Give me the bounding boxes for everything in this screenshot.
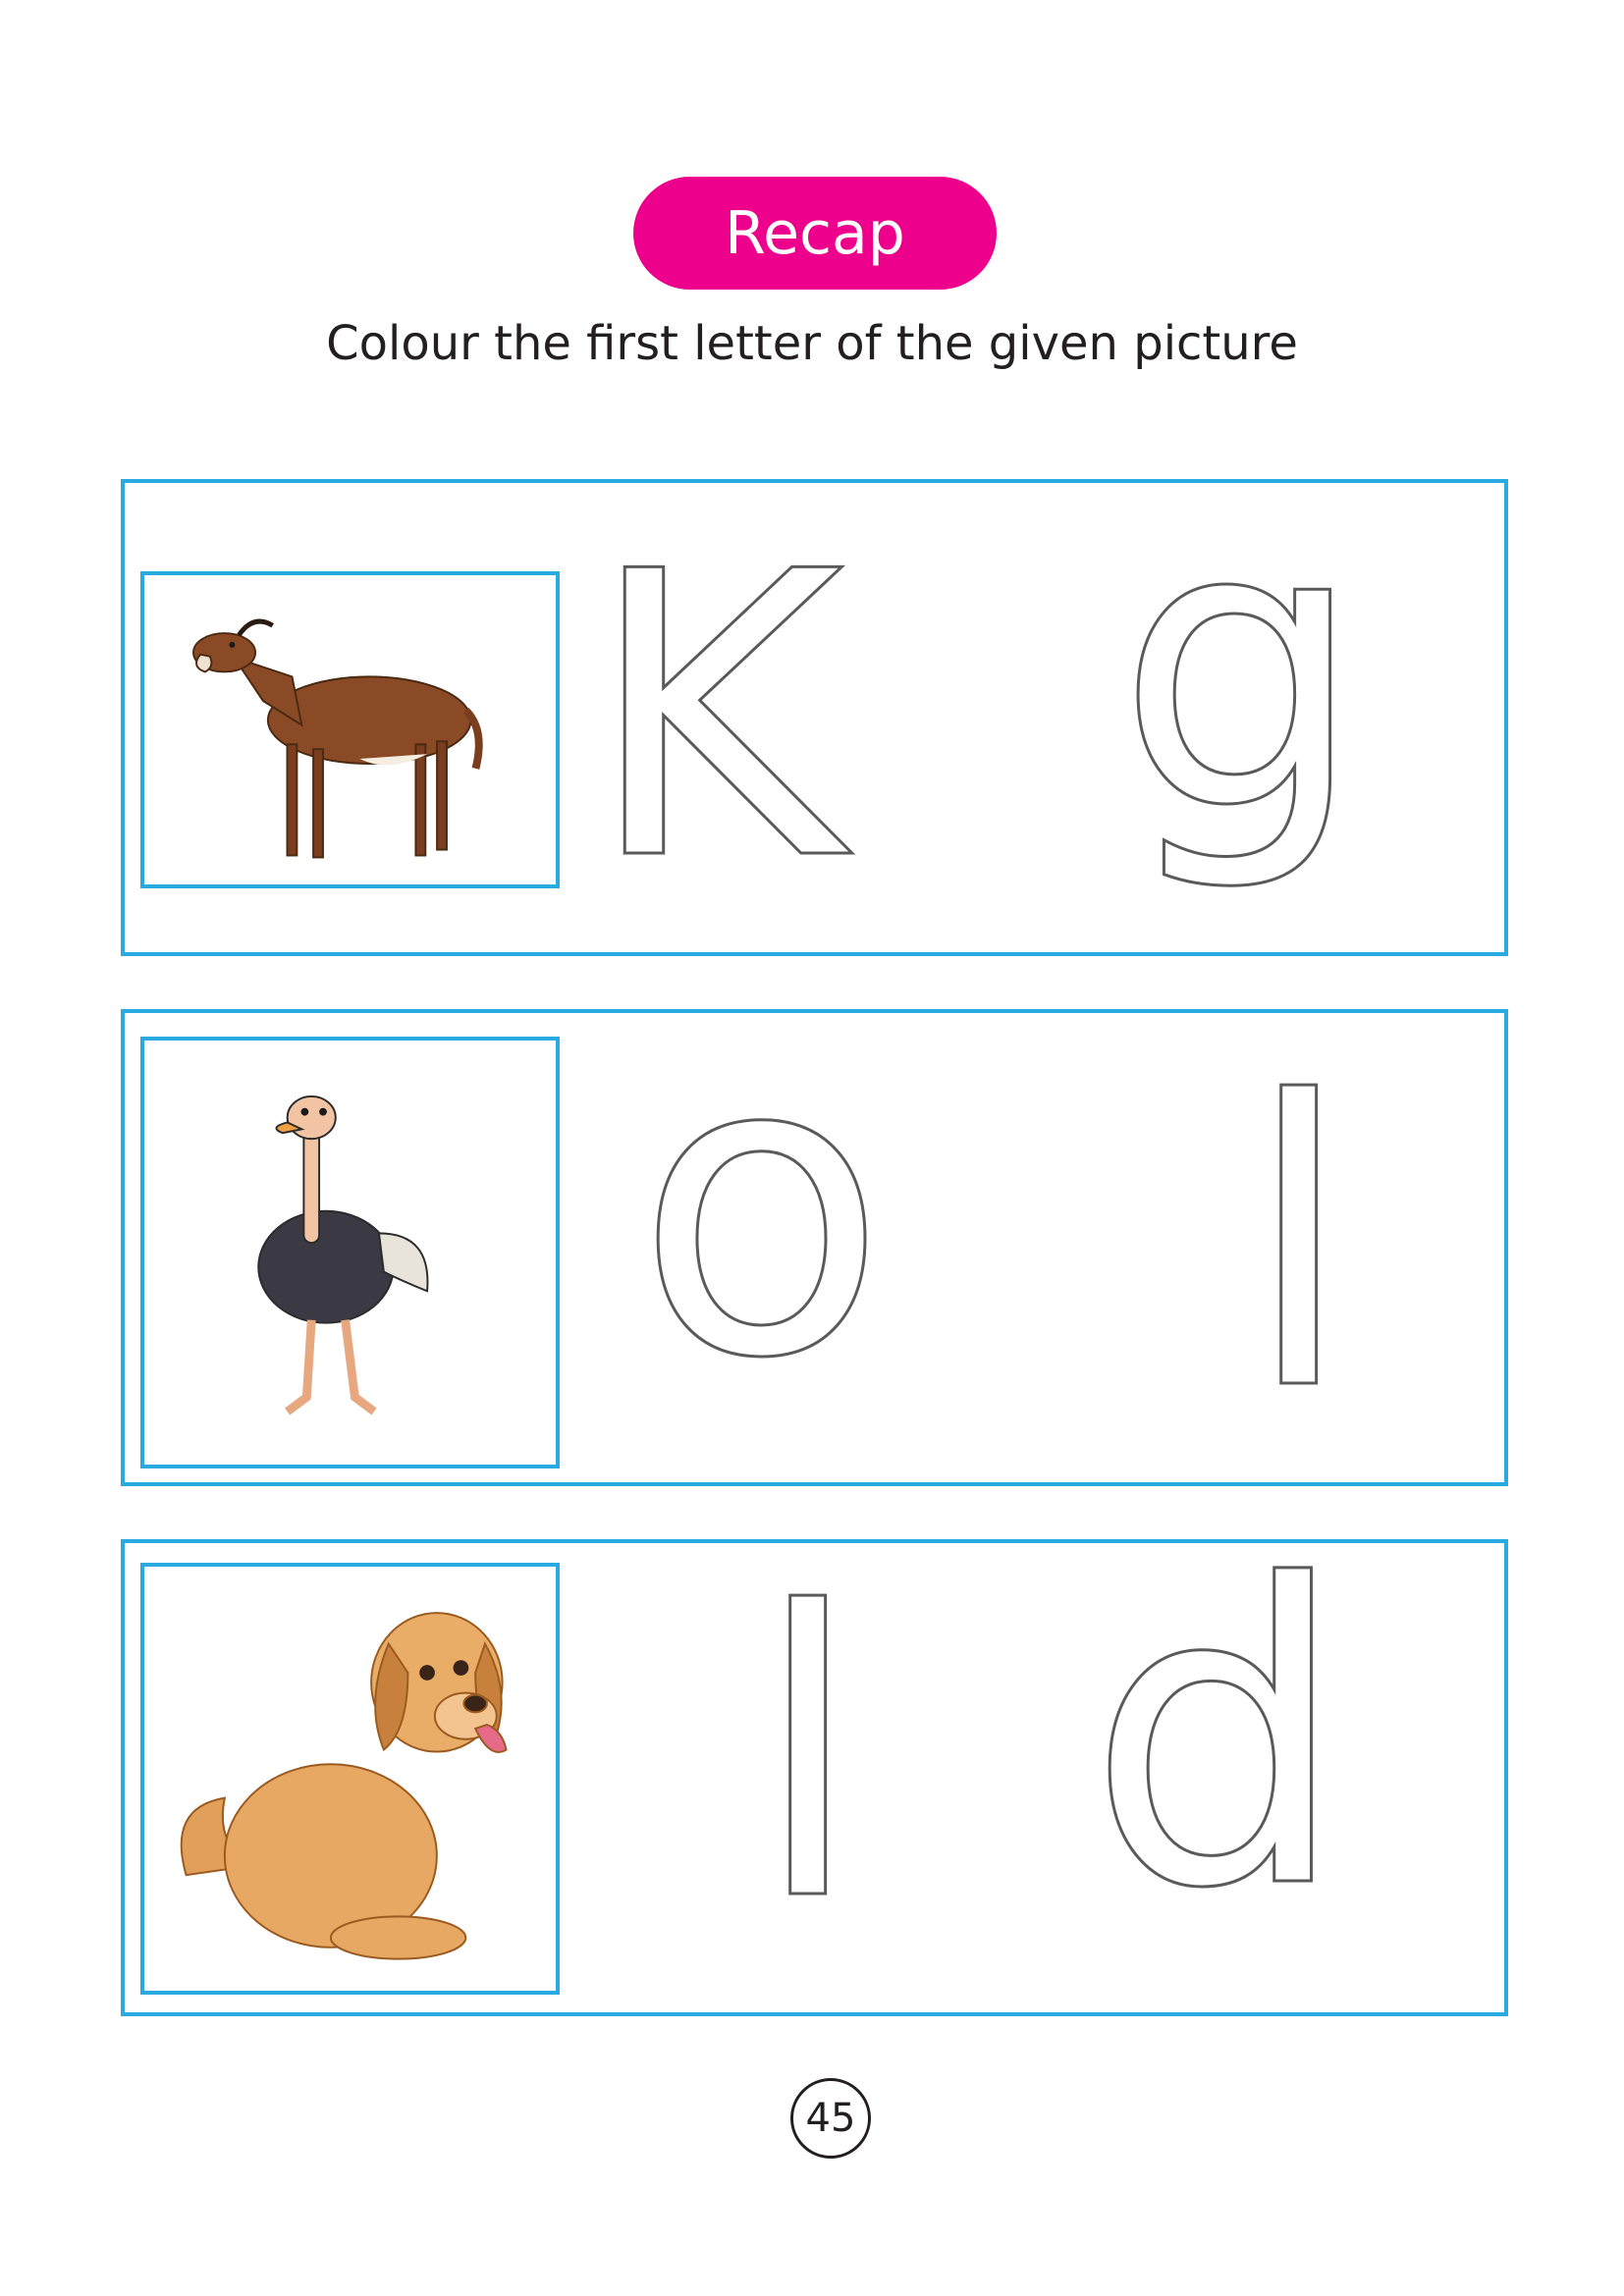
outline-letter: l <box>1242 1020 1354 1476</box>
picture-frame-ostrich <box>140 1037 560 1468</box>
dog-illustration <box>180 1612 508 1960</box>
picture-frame-goat <box>140 571 560 888</box>
outline-letter: d <box>1086 1499 1351 1979</box>
picture-frame-dog <box>140 1563 560 1995</box>
outline-letter: g <box>1115 441 1368 897</box>
recap-badge-label: Recap <box>725 198 905 268</box>
recap-badge: Recap <box>633 177 997 290</box>
page-number: 45 <box>790 2078 871 2159</box>
outline-letter: l <box>751 1530 863 1987</box>
exercise-row-1: K g <box>121 471 1508 956</box>
exercise-row-2: o l <box>121 1001 1508 1486</box>
page-number-label: 45 <box>805 2096 856 2141</box>
outline-letter: o <box>634 969 890 1449</box>
ostrich-illustration <box>257 1095 429 1415</box>
outline-letter: K <box>584 490 844 946</box>
instruction-text: Colour the first letter of the given pic… <box>326 316 1298 371</box>
goat-illustration <box>192 618 483 859</box>
exercise-row-3: l d <box>121 1530 1508 2016</box>
